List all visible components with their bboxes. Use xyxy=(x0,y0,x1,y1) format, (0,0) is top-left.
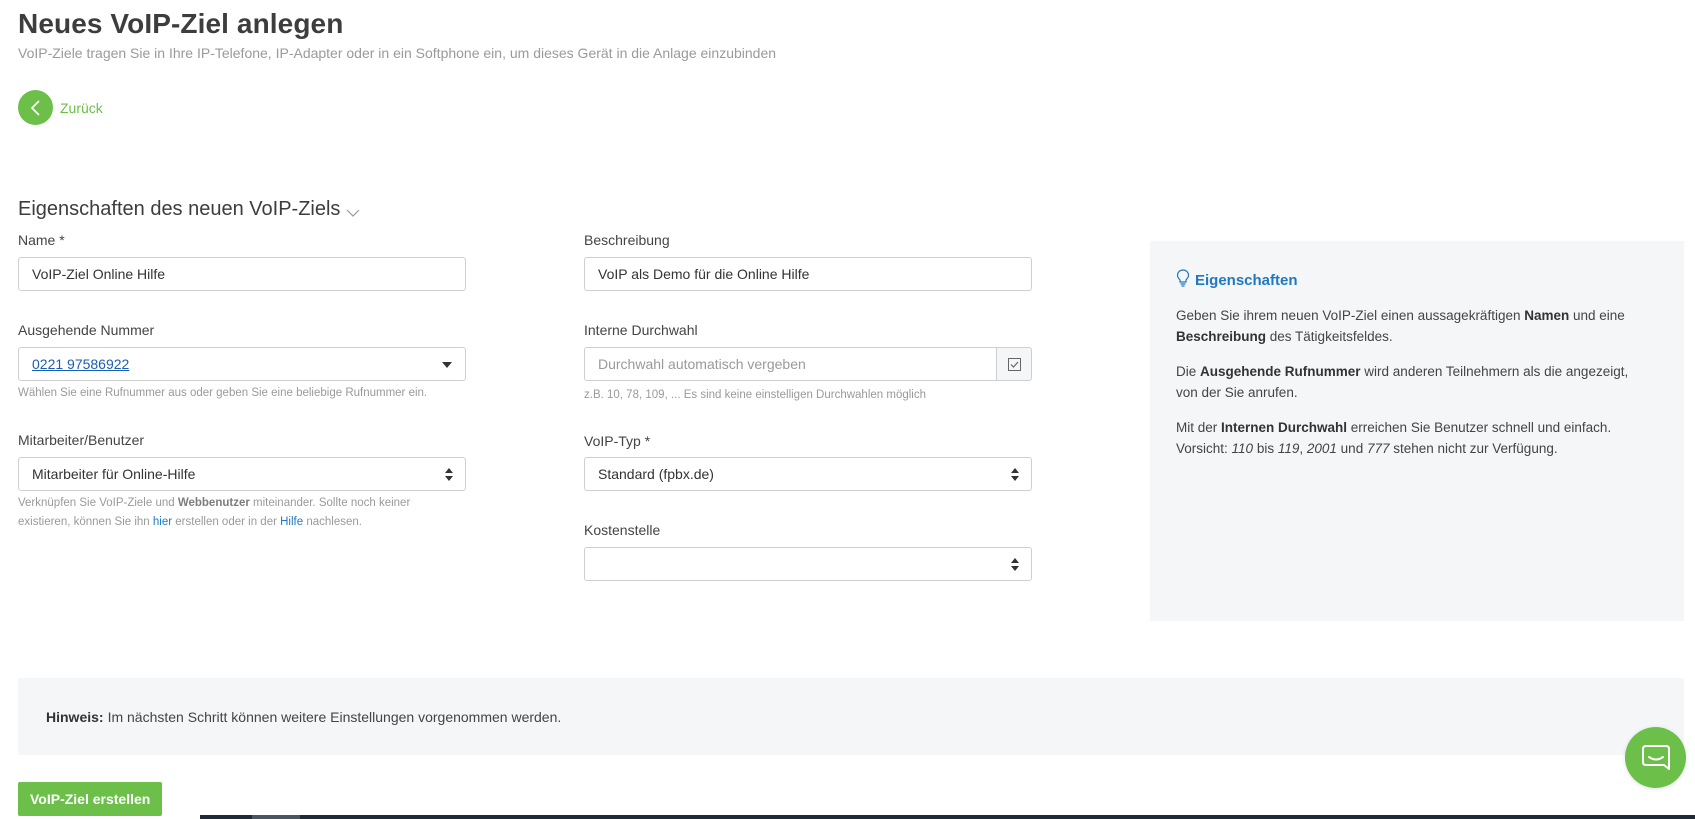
employee-help-bold: Webbenutzer xyxy=(177,497,250,509)
sort-arrows-icon xyxy=(1011,558,1019,574)
info-title: Eigenschaften xyxy=(1176,269,1298,291)
create-voip-target-button[interactable]: VoIP-Ziel erstellen xyxy=(18,782,163,816)
cost-center-label: Kostenstelle xyxy=(584,522,661,538)
caret-down-icon[interactable] xyxy=(442,362,452,368)
cost-center-select[interactable] xyxy=(584,547,1032,581)
notice-box: Hinweis: Im nächsten Schritt können weit… xyxy=(18,678,1684,755)
outgoing-number-help: Wählen Sie eine Rufnummer aus oder geben… xyxy=(18,387,428,399)
section-title[interactable]: Eigenschaften des neuen VoIP-Ziels xyxy=(18,195,360,224)
outgoing-number-value[interactable]: 0221 97586922 xyxy=(32,356,129,372)
outgoing-number-select[interactable]: 0221 97586922 xyxy=(18,347,466,381)
chevron-left-icon[interactable] xyxy=(18,90,53,125)
info-text: Die xyxy=(1176,364,1201,379)
extension-input[interactable] xyxy=(584,347,997,381)
section-title-text: Eigenschaften des neuen VoIP-Ziels xyxy=(18,198,341,220)
employee-help-text: existieren, können Sie ihn xyxy=(18,516,153,528)
info-text: stehen nicht zur Verfügung. xyxy=(1389,441,1558,456)
info-bold: Ausgehende Rufnummer xyxy=(1200,364,1361,379)
info-paragraph: Die Ausgehende Rufnummer wird anderen Te… xyxy=(1176,361,1656,403)
info-text: Vorsicht: xyxy=(1176,441,1232,456)
create-user-link[interactable]: hier xyxy=(153,516,172,528)
help-link[interactable]: Hilfe xyxy=(280,516,303,528)
info-text: bis xyxy=(1253,441,1278,456)
employee-help-text: erstellen oder in der xyxy=(172,516,281,528)
name-label: Name * xyxy=(18,232,65,248)
extension-help: z.B. 10, 78, 109, ... Es sind keine eins… xyxy=(584,389,926,401)
description-label: Beschreibung xyxy=(584,232,670,248)
chat-icon[interactable] xyxy=(1625,727,1686,788)
info-text: und eine xyxy=(1569,308,1625,323)
outgoing-number-label: Ausgehende Nummer xyxy=(18,322,155,338)
voip-type-value: Standard (fpbx.de) xyxy=(598,466,714,482)
taskbar xyxy=(200,815,1695,819)
employee-label: Mitarbeiter/Benutzer xyxy=(18,432,145,448)
chevron-down-icon[interactable] xyxy=(346,201,360,224)
employee-help: Verknüpfen Sie VoIP-Ziele und Webbenutze… xyxy=(18,494,410,532)
info-italic: 2001 xyxy=(1306,441,1337,456)
employee-value: Mitarbeiter für Online-Hilfe xyxy=(32,466,196,482)
extension-label: Interne Durchwahl xyxy=(584,322,698,338)
info-text: des Tätigkeitsfeldes. xyxy=(1266,329,1393,344)
info-title-text: Eigenschaften xyxy=(1195,271,1298,289)
info-panel: Eigenschaften Geben Sie ihrem neuen VoIP… xyxy=(1150,241,1684,621)
checkbox-checked-icon[interactable] xyxy=(1007,357,1021,371)
info-text: Geben Sie ihrem neuen VoIP-Ziel einen au… xyxy=(1176,308,1525,323)
name-input[interactable] xyxy=(18,257,466,291)
voip-type-select[interactable]: Standard (fpbx.de) xyxy=(584,457,1032,491)
info-text: wird anderen Teilnehmern als die angezei… xyxy=(1360,364,1629,379)
voip-type-label: VoIP-Typ * xyxy=(584,433,651,449)
info-bold: Beschreibung xyxy=(1176,329,1267,344)
description-input[interactable] xyxy=(584,257,1032,291)
notice-text: Im nächsten Schritt können weitere Einst… xyxy=(107,708,562,725)
info-text: Mit der xyxy=(1176,420,1222,435)
page-subtitle: VoIP-Ziele tragen Sie in Ihre IP-Telefon… xyxy=(18,45,777,61)
auto-assign-checkbox[interactable] xyxy=(997,347,1032,381)
info-text: erreichen Sie Benutzer schnell und einfa… xyxy=(1347,420,1612,435)
info-text: von der Sie anrufen. xyxy=(1176,385,1298,400)
info-text: , xyxy=(1299,441,1307,456)
back-button[interactable]: Zurück xyxy=(18,90,103,125)
taskbar-item[interactable] xyxy=(252,815,300,819)
employee-help-text: Verknüpfen Sie VoIP-Ziele und xyxy=(18,497,178,509)
info-italic: 110 xyxy=(1231,441,1254,456)
info-italic: 777 xyxy=(1366,441,1390,456)
info-italic: 119 xyxy=(1277,441,1300,456)
info-bold: Internen Durchwahl xyxy=(1221,420,1348,435)
info-bold: Namen xyxy=(1524,308,1570,323)
employee-select[interactable]: Mitarbeiter für Online-Hilfe xyxy=(18,457,466,491)
page-title: Neues VoIP-Ziel anlegen xyxy=(18,8,344,39)
sort-arrows-icon xyxy=(1011,468,1019,484)
info-paragraph: Mit der Internen Durchwahl erreichen Sie… xyxy=(1176,417,1656,459)
info-text: und xyxy=(1336,441,1367,456)
sort-arrows-icon xyxy=(445,468,453,484)
lightbulb-icon xyxy=(1176,269,1190,291)
notice-label: Hinweis: xyxy=(46,708,104,725)
employee-help-text: miteinander. Sollte noch keiner xyxy=(249,497,411,509)
info-paragraph: Geben Sie ihrem neuen VoIP-Ziel einen au… xyxy=(1176,305,1656,347)
back-label[interactable]: Zurück xyxy=(60,100,103,116)
employee-help-text: nachlesen. xyxy=(303,516,362,528)
